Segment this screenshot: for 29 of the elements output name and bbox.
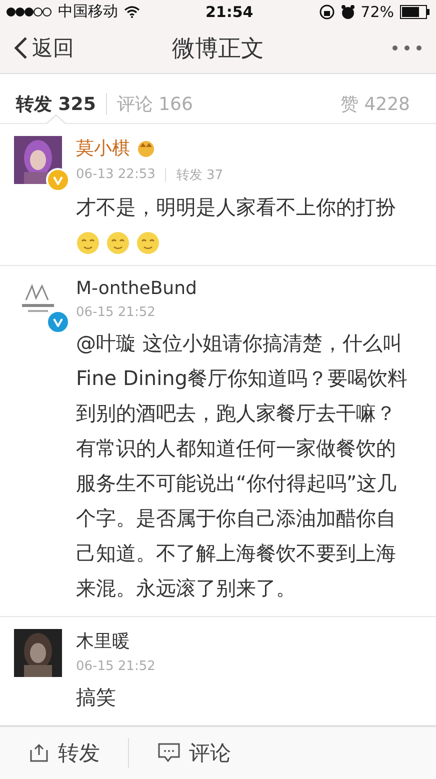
- comment-text: @叶璇 这位小姐请你搞清楚，什么叫Fine Dining餐厅你知道吗？要喝饮料到别的酒吧去，跑人家餐厅去干嘛？有常识的人都知道任何一家做餐饮的服务生不可能说出“你付得起吗”这几个字。是否属于你自己添油加醋你自己知道。不了解上海餐饮不要到上海来混。永远滚了别来了。: [76, 330, 409, 602]
- share-icon: [28, 742, 50, 764]
- battery-percent: 72%: [360, 2, 394, 21]
- user-name[interactable]: 木里暖: [76, 628, 130, 653]
- user-name[interactable]: 莫小棋: [76, 136, 130, 160]
- battery-icon: [400, 4, 430, 19]
- back-button[interactable]: 返回: [14, 34, 74, 62]
- repost-button[interactable]: 转发: [0, 738, 128, 767]
- emoji-icon: [76, 230, 100, 255]
- signal-icon: [6, 6, 52, 17]
- tab[interactable]: 转发 325: [16, 92, 106, 116]
- emoji-icon: [136, 230, 160, 255]
- page-title: 微博正文: [172, 34, 264, 64]
- more-icon[interactable]: [392, 45, 422, 52]
- clock-time: 21:54: [205, 2, 254, 21]
- repost-count: 转发 37: [176, 166, 224, 184]
- rotation-lock-icon: [318, 4, 335, 20]
- post-time: 06-15 21:52: [76, 304, 156, 320]
- emoji-icon: [106, 230, 130, 255]
- comment-text: 才不是，明明是人家看不上你的打扮: [76, 194, 397, 221]
- comment-text: 搞笑: [76, 684, 117, 711]
- back-chevron-icon: [14, 36, 28, 60]
- comment-button[interactable]: 评论: [129, 738, 259, 767]
- carrier-name: 中国移动: [58, 2, 118, 22]
- post-time: 06-15 21:52: [76, 658, 156, 674]
- user-name[interactable]: M-ontheBund: [76, 278, 197, 299]
- post-time: 06-13 22:53: [76, 167, 156, 182]
- speech-bubble-icon: [157, 742, 181, 764]
- wifi-icon: [124, 6, 140, 18]
